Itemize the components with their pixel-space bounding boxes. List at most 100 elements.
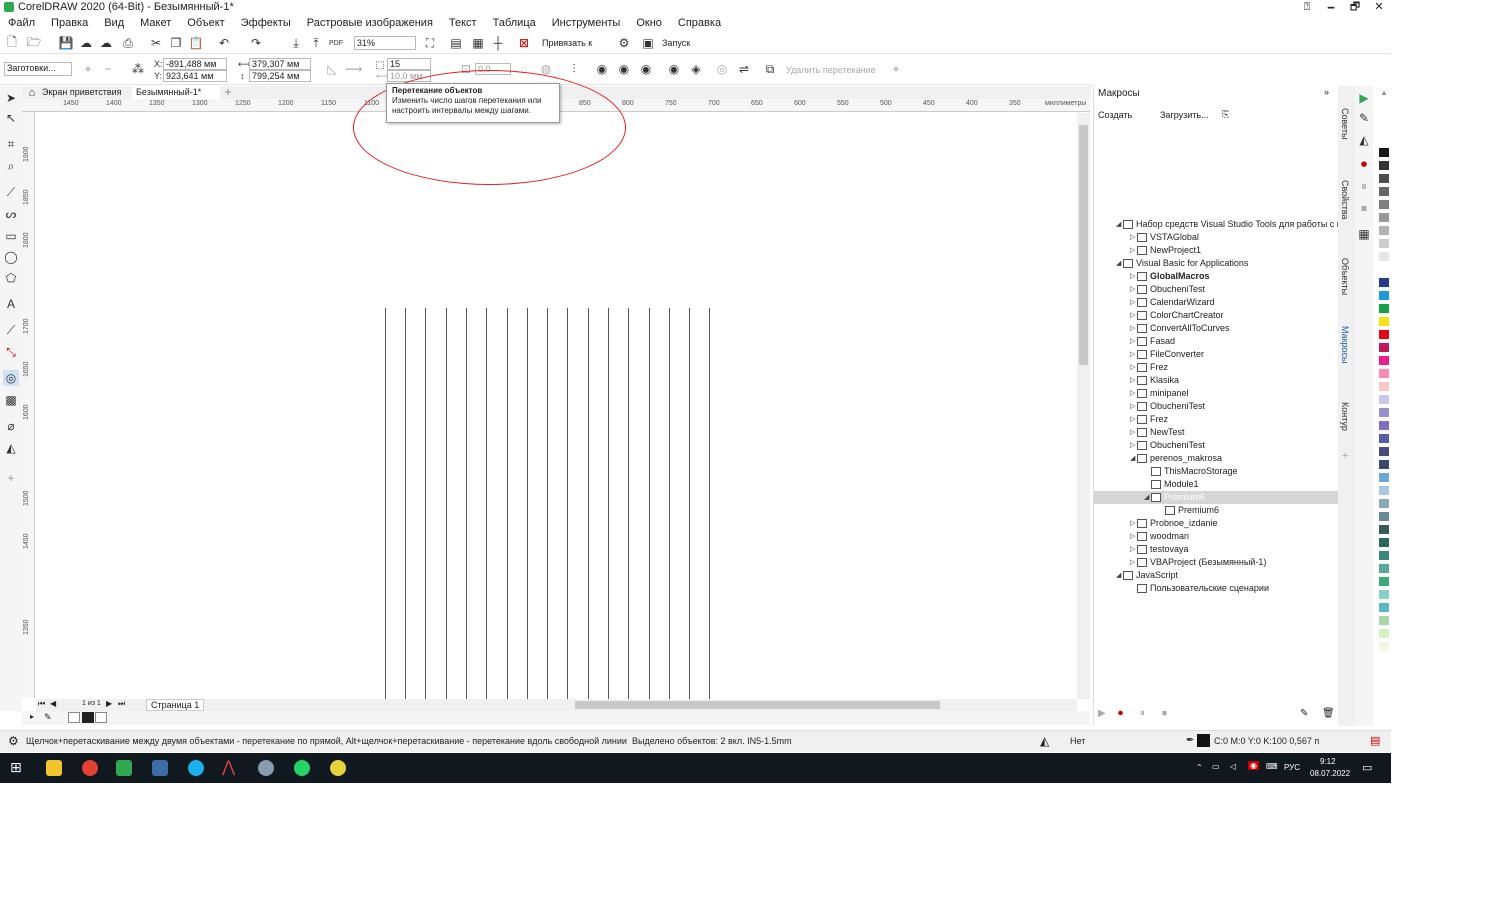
edit-macro-icon[interactable]: ✎ (1300, 708, 1308, 719)
ellipse-tool-icon[interactable]: ◯ (3, 249, 19, 265)
palette-swatch[interactable] (1378, 602, 1390, 613)
straight-blend-icon[interactable]: ◺ (324, 61, 340, 77)
zoom-tool-icon[interactable]: ⌕ (3, 158, 19, 174)
zoom-full-page-icon[interactable]: ⛶ (422, 35, 438, 51)
blend-line[interactable] (547, 308, 548, 699)
copy-blend-icon[interactable]: ⇌ (736, 61, 752, 77)
palette-swatch[interactable] (1378, 134, 1390, 145)
tree-item[interactable]: ▷ NewProject1 (1094, 244, 1339, 257)
palette-swatch[interactable] (1378, 498, 1390, 509)
delete-macro-icon[interactable]: 🗑 (1322, 708, 1335, 719)
tab-document[interactable]: Безымянный-1* (132, 86, 220, 99)
blend-line[interactable] (527, 308, 528, 699)
snap-to-dropdown[interactable]: Привязать к (542, 38, 592, 48)
expand-arrow-icon[interactable]: ▷ (1130, 543, 1135, 556)
horizontal-scroll-thumb[interactable] (575, 701, 940, 709)
blend-color-1-icon[interactable]: ◉ (594, 61, 610, 77)
freehand-tool-icon[interactable]: ⟋ (3, 184, 19, 200)
palette-swatch[interactable] (1378, 264, 1390, 275)
expand-arrow-icon[interactable]: ▷ (1130, 426, 1135, 439)
calculator-icon[interactable] (152, 760, 168, 776)
width-input[interactable]: 379,307 мм (249, 58, 311, 70)
palette-swatch[interactable] (1378, 355, 1390, 366)
cloud-upload-icon[interactable]: ☁ (98, 35, 114, 51)
last-page-icon[interactable]: ⏭ (118, 699, 125, 709)
remove-blend-button[interactable]: Удалить перетекание (786, 65, 876, 75)
blend-line[interactable] (709, 308, 710, 699)
create-dropdown[interactable]: Создать (1098, 110, 1132, 120)
menu-help[interactable]: Справка (670, 17, 729, 29)
palette-swatch[interactable] (1378, 173, 1390, 184)
eyedropper-tool-icon[interactable]: ⌀ (3, 418, 19, 434)
object-acceleration-icon[interactable]: ⫶ (566, 61, 582, 77)
copy-icon[interactable]: ❐ (168, 35, 184, 51)
palette-swatch[interactable] (1378, 537, 1390, 548)
record-macro-icon[interactable]: ⏺ (1118, 708, 1123, 719)
expand-arrow-icon[interactable]: ▷ (1130, 335, 1135, 348)
tab-objects[interactable]: Объекты (1340, 258, 1350, 295)
help-icon[interactable]: ⍰ (1295, 0, 1319, 14)
palette-swatch[interactable] (1378, 329, 1390, 340)
expand-arrow-icon[interactable]: ▷ (1130, 374, 1135, 387)
palette-swatch[interactable] (1378, 186, 1390, 197)
crop-tool-icon[interactable]: ⌗ (3, 136, 19, 152)
x-position-input[interactable]: -891,488 мм (163, 58, 227, 70)
palette-swatch[interactable] (1378, 212, 1390, 223)
input-language[interactable]: РУС (1284, 763, 1300, 772)
tree-item[interactable]: Premium6 (1094, 504, 1339, 517)
app-arrow-icon[interactable]: ⋀ (222, 757, 235, 777)
add-quick-customize-icon[interactable]: + (888, 61, 904, 77)
undo-icon[interactable]: ↶ (216, 35, 232, 51)
palette-swatch[interactable] (1378, 589, 1390, 600)
tree-item[interactable]: ▷ woodman (1094, 530, 1339, 543)
blend-line[interactable] (649, 308, 650, 699)
more-blend-options-icon[interactable]: ◉ (666, 61, 682, 77)
expand-arrow-icon[interactable]: ▷ (1130, 270, 1135, 283)
palette-swatch[interactable] (1378, 459, 1390, 470)
color-proof-icon[interactable]: ▤ (1370, 734, 1380, 747)
tree-item[interactable]: ◢ Visual Basic for Applications (1094, 257, 1339, 270)
interactive-fill-icon[interactable]: ◭ (3, 440, 19, 456)
palette-swatch[interactable] (1378, 394, 1390, 405)
show-rulers-icon[interactable]: ▤ (448, 35, 464, 51)
path-properties-icon[interactable]: ◎ (714, 61, 730, 77)
palette-swatch[interactable] (1378, 563, 1390, 574)
tree-item[interactable]: Пользовательские сценарии (1094, 582, 1339, 595)
unload-icon[interactable]: ⎘ (1222, 109, 1229, 120)
export-icon[interactable]: ⤒ (308, 35, 324, 51)
tree-item[interactable]: ◢ JavaScript (1094, 569, 1339, 582)
tree-item[interactable]: ▷ ObucheniTest (1094, 283, 1339, 296)
object-origin-icon[interactable]: ⁂ (130, 61, 146, 77)
status-gear-icon[interactable]: ⚙ (8, 734, 19, 748)
expand-arrow-icon[interactable]: ▷ (1130, 309, 1135, 322)
add-preset-icon[interactable]: + (80, 61, 96, 77)
blend-color-2-icon[interactable]: ◉ (616, 61, 632, 77)
collapse-arrow-icon[interactable]: ◢ (1116, 569, 1121, 582)
network-icon[interactable]: ▭ (1212, 762, 1220, 771)
shape-tool-icon[interactable]: ↖ (3, 110, 19, 126)
open-icon[interactable]: 🗁 (26, 35, 42, 51)
settings-app-icon[interactable] (188, 760, 204, 776)
expand-arrow-icon[interactable]: ▷ (1130, 530, 1135, 543)
palette-scroll-up-icon[interactable]: ▴ (1378, 88, 1390, 99)
palette-swatch[interactable] (1378, 550, 1390, 561)
pause-icon[interactable]: ⏸ (1356, 178, 1372, 194)
height-input[interactable]: 799,254 мм (249, 70, 311, 82)
blend-line[interactable] (486, 308, 487, 699)
blend-color-3-icon[interactable]: ◉ (638, 61, 654, 77)
menu-effects[interactable]: Эффекты (233, 17, 299, 29)
close-button[interactable]: ✕ (1367, 0, 1391, 14)
collapse-arrow-icon[interactable]: ◢ (1144, 491, 1149, 504)
vertical-scroll-thumb[interactable] (1079, 125, 1088, 365)
menu-layout[interactable]: Макет (132, 17, 179, 29)
launch-dropdown[interactable]: Запуск (662, 38, 690, 48)
minimize-button[interactable]: 🗕 (1319, 0, 1343, 14)
collapse-arrow-icon[interactable]: ◢ (1116, 257, 1121, 270)
pick-tool-icon[interactable]: ➤ (3, 90, 19, 106)
tree-item[interactable]: ▷ minipanel (1094, 387, 1339, 400)
palette-swatch[interactable] (1378, 485, 1390, 496)
tree-item[interactable]: ▷ FileConverter (1094, 348, 1339, 361)
y-position-input[interactable]: 923,641 мм (163, 70, 227, 82)
menu-window[interactable]: Окно (628, 17, 670, 29)
tree-item[interactable]: ThisMacroStorage (1094, 465, 1339, 478)
